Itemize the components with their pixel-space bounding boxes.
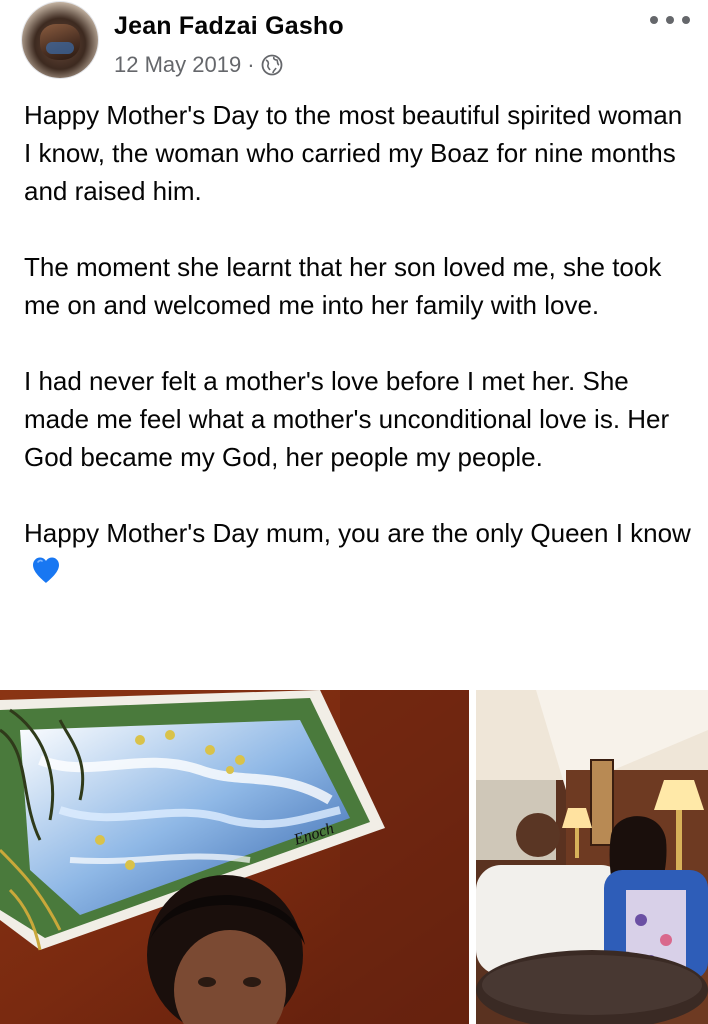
avatar[interactable]: [22, 2, 98, 78]
post-paragraph: Happy Mother's Day to the most beautiful…: [24, 100, 683, 206]
post-body: Happy Mother's Day to the most beautiful…: [24, 96, 694, 590]
meta-separator: ·: [247, 52, 255, 77]
photo-couple-at-table[interactable]: [476, 690, 708, 1024]
post-meta: 12 May 2019 ·: [114, 52, 283, 78]
post-header: Jean Fadzai Gasho 12 May 2019 ·: [0, 0, 708, 90]
author-name[interactable]: Jean Fadzai Gasho: [114, 12, 344, 41]
globe-icon[interactable]: [261, 54, 283, 76]
more-options-icon[interactable]: [650, 8, 690, 32]
post-paragraph: The moment she learnt that her son loved…: [24, 252, 662, 320]
post-paragraph-last: Happy Mother's Day mum, you are the only…: [24, 514, 694, 590]
blue-heart-icon: [30, 554, 62, 586]
post-date[interactable]: 12 May 2019: [114, 52, 241, 78]
photo-woman-with-painting[interactable]: Enoch: [0, 690, 469, 1024]
post-paragraph-text: Happy Mother's Day mum, you are the only…: [24, 518, 691, 548]
post-paragraph: I had never felt a mother's love before …: [24, 366, 670, 472]
